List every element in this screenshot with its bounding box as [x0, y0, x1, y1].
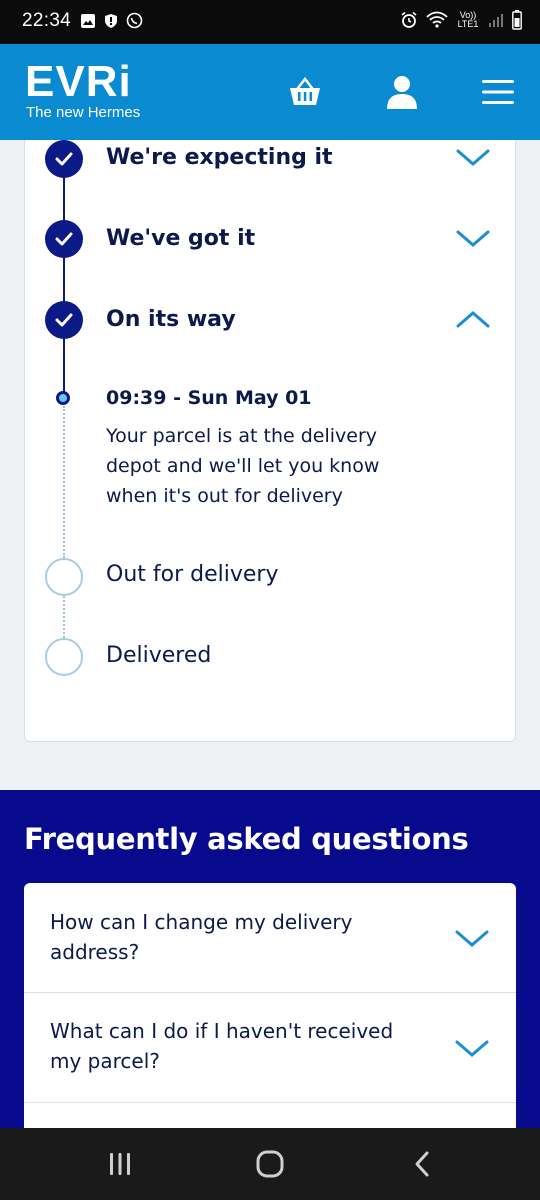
- menu-button[interactable]: [478, 72, 518, 112]
- step-pending-icon: [45, 558, 83, 596]
- faq-item[interactable]: How can I change my delivery address?: [24, 883, 516, 993]
- status-time: 22:34: [22, 10, 72, 31]
- network-label: Vo)) LTE1: [457, 10, 479, 29]
- gallery-icon: [81, 13, 95, 28]
- account-button[interactable]: [382, 72, 422, 112]
- battery-icon: [512, 10, 522, 30]
- chevron-down-icon[interactable]: [454, 1037, 490, 1061]
- step-pending-icon: [45, 638, 83, 676]
- tracking-timeline-card: We're expecting it We've got it On its w…: [24, 140, 516, 742]
- signal-icon: [489, 14, 503, 27]
- home-icon: [256, 1150, 284, 1178]
- step-label-on-its-way[interactable]: On its way: [106, 307, 236, 332]
- event-dot: [56, 391, 70, 405]
- event-time: 09:39 - Sun May 01: [106, 387, 312, 409]
- system-nav-bar: [0, 1128, 540, 1200]
- check-icon: [55, 313, 73, 327]
- chevron-down-icon[interactable]: [455, 146, 491, 170]
- step-complete-icon: [45, 140, 83, 178]
- home-button[interactable]: [250, 1146, 290, 1182]
- evri-logo[interactable]: EVRi: [25, 60, 165, 104]
- alarm-icon: [401, 11, 417, 28]
- step-complete-icon: [45, 220, 83, 258]
- chevron-up-icon[interactable]: [455, 307, 491, 331]
- basket-icon: [290, 77, 320, 105]
- chevron-down-icon[interactable]: [455, 227, 491, 251]
- shield-alert-icon: [105, 13, 117, 28]
- recent-apps-icon: [110, 1153, 130, 1175]
- menu-icon: [482, 80, 514, 104]
- faq-question: What can I do if I haven't received my p…: [50, 1019, 394, 1073]
- account-icon: [387, 76, 417, 109]
- faq-item[interactable]: What can I do if I haven't received my p…: [24, 993, 516, 1103]
- check-icon: [55, 232, 73, 246]
- timeline-line-pending: [63, 406, 65, 558]
- step-complete-icon: [45, 301, 83, 339]
- event-description: Your parcel is at the delivery depot and…: [106, 425, 380, 507]
- status-bar: 22:34 Vo)) LTE1: [0, 0, 540, 44]
- faq-section: Frequently asked questions How can I cha…: [0, 790, 540, 1143]
- check-icon: [55, 152, 73, 166]
- step-label-got-it[interactable]: We've got it: [106, 226, 255, 251]
- whatsapp-icon: [126, 12, 143, 29]
- step-label-expecting[interactable]: We're expecting it: [106, 145, 333, 170]
- step-label-out-for-delivery: Out for delivery: [106, 562, 279, 587]
- basket-button[interactable]: [285, 72, 325, 112]
- back-icon: [415, 1151, 429, 1177]
- logo-tagline: The new Hermes: [26, 104, 141, 121]
- faq-title: Frequently asked questions: [24, 822, 469, 856]
- faq-list: How can I change my delivery address? Wh…: [24, 883, 516, 1143]
- step-label-delivered: Delivered: [106, 643, 212, 668]
- back-button[interactable]: [402, 1146, 442, 1182]
- chevron-down-icon[interactable]: [454, 927, 490, 951]
- recent-apps-button[interactable]: [100, 1146, 140, 1182]
- timeline-line-pending: [63, 596, 65, 638]
- wifi-icon: [426, 11, 448, 28]
- faq-question: How can I change my delivery address?: [50, 910, 353, 964]
- timeline-line-complete: [63, 140, 65, 398]
